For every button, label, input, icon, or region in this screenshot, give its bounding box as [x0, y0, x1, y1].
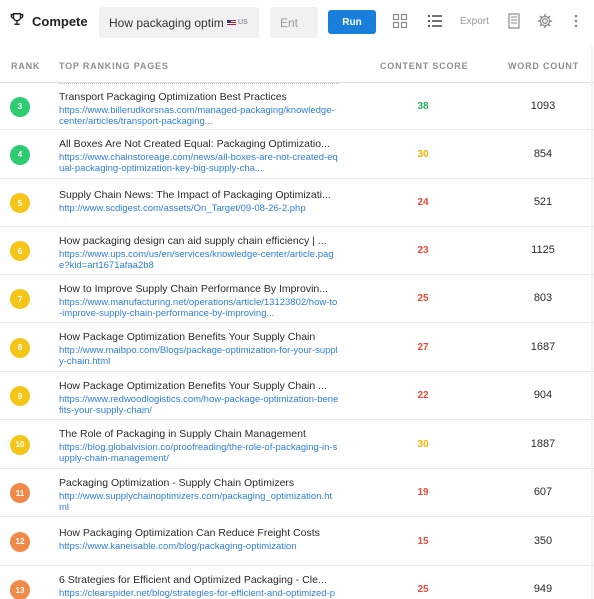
word-count: 607 [533, 486, 553, 498]
rank-badge: 7 [10, 289, 30, 309]
content-score: 25 [417, 293, 429, 304]
word-count: 949 [533, 583, 553, 595]
rank-badge: 12 [10, 531, 30, 552]
rank-badge: 4 [10, 144, 30, 165]
page-url-link[interactable]: https://clearspider.net/blog/strategies-… [59, 588, 339, 599]
page-url-link[interactable]: https://www.manufacturing.net/operations… [59, 297, 339, 319]
rank-badge: 8 [10, 337, 30, 358]
rank-badge: 11 [10, 483, 30, 503]
brand: Compete [10, 12, 88, 31]
rank-badge: 10 [10, 434, 30, 455]
content-score: 30 [417, 438, 429, 450]
more-vertical-icon[interactable] [567, 12, 585, 30]
rank-badge: 5 [10, 193, 30, 213]
page-title: How Packaging Optimization Can Reduce Fr… [59, 527, 320, 539]
word-count: 1687 [530, 340, 556, 353]
page-url-link[interactable]: http://www.maibpo.com/Blogs/package-opti… [59, 345, 339, 367]
page-title: How Package Optimization Benefits Your S… [59, 380, 327, 392]
page-title: 6 Strategies for Efficient and Optimized… [59, 574, 327, 586]
word-count: 803 [533, 292, 553, 304]
content-score: 22 [417, 390, 429, 401]
content-score: 15 [417, 535, 429, 547]
entity-field[interactable] [270, 7, 318, 38]
page-url-link[interactable]: https://blog.globalvision.co/proofreadin… [59, 442, 339, 464]
page-title: Supply Chain News: The Impact of Packagi… [59, 189, 331, 201]
word-count: 904 [533, 389, 553, 401]
page-title: All Boxes Are Not Created Equal: Packagi… [59, 138, 330, 150]
keyword-search-field[interactable]: US [99, 7, 259, 38]
page-url-link[interactable]: http://www.supplychainoptimizers.com/pac… [59, 491, 339, 513]
document-icon[interactable] [505, 12, 523, 30]
page-url-link[interactable]: http://www.scdigest.com/assets/On_Target… [59, 203, 339, 214]
table-row[interactable]: 7 How to Improve Supply Chain Performance… [0, 275, 594, 323]
toolbar: Compete US Run Export [0, 0, 594, 46]
page-url-link[interactable]: https://www.ups.com/us/en/services/knowl… [59, 249, 339, 271]
word-count: 350 [533, 534, 553, 547]
word-count-column-header[interactable]: WORD COUNT [508, 61, 579, 71]
page-title: How Package Optimization Benefits Your S… [59, 331, 316, 343]
table-row[interactable]: 4 All Boxes Are Not Created Equal: Packag… [0, 130, 594, 179]
page-title: Transport Packaging Optimization Best Pr… [59, 91, 287, 103]
trophy-icon [10, 12, 24, 31]
page-url-link[interactable]: https://www.chainstoreage.com/news/all-b… [59, 152, 339, 174]
table-row[interactable]: 13 6 Strategies for Efficient and Optimiz… [0, 566, 594, 599]
rank-badge: 13 [10, 580, 30, 599]
table-row[interactable]: 3 Transport Packaging Optimization Best P… [0, 83, 594, 130]
us-flag-icon [227, 19, 236, 26]
gear-icon[interactable] [536, 12, 554, 30]
rank-badge: 9 [10, 386, 30, 406]
app-title: Compete [32, 14, 88, 29]
page-title: Packaging Optimization - Supply Chain Op… [59, 477, 295, 489]
table-row[interactable]: 5 Supply Chain News: The Impact of Packag… [0, 179, 594, 227]
score-column-header[interactable]: CONTENT SCORE [380, 61, 468, 71]
rank-badge: 3 [10, 96, 30, 117]
scrollbar[interactable] [591, 46, 593, 599]
word-count: 521 [533, 196, 553, 208]
entity-input[interactable] [280, 15, 314, 30]
page-title: How packaging design can aid supply chai… [59, 235, 327, 247]
content-score: 27 [417, 341, 429, 353]
page-title: How to Improve Supply Chain Performance … [59, 283, 329, 295]
rank-column-header[interactable]: RANK [11, 61, 40, 71]
country-selector[interactable]: US [227, 19, 248, 26]
content-score: 19 [417, 487, 429, 498]
rank-badge: 6 [10, 241, 30, 261]
content-score: 24 [417, 197, 429, 208]
table-row[interactable]: 8 How Package Optimization Benefits Your … [0, 323, 594, 372]
table-row[interactable]: 9 How Package Optimization Benefits Your … [0, 372, 594, 420]
pages-column-header[interactable]: TOP RANKING PAGES [59, 61, 169, 71]
table-row[interactable]: 11 Packaging Optimization - Supply Chain … [0, 469, 594, 517]
table-row[interactable]: 6 How packaging design can aid supply cha… [0, 227, 594, 275]
content-score: 30 [417, 148, 429, 160]
content-score: 23 [417, 245, 429, 256]
export-button[interactable]: Export [460, 16, 489, 27]
grid-icon[interactable] [391, 12, 409, 30]
page-url-link[interactable]: https://www.kaneisable.com/blog/packagin… [59, 541, 339, 552]
content-score: 25 [417, 584, 429, 595]
results-table: 3 Transport Packaging Optimization Best P… [0, 83, 594, 599]
word-count: 1125 [531, 244, 555, 256]
page-url-link[interactable]: https://www.redwoodlogistics.com/how-pac… [59, 394, 339, 416]
list-icon[interactable] [426, 12, 444, 30]
page-url-link[interactable]: https://www.billerudkorsnas.com/managed-… [59, 105, 339, 127]
table-row[interactable]: 12 How Packaging Optimization Can Reduce … [0, 517, 594, 566]
word-count: 1887 [530, 437, 556, 450]
keyword-input[interactable] [109, 15, 223, 30]
word-count: 1093 [530, 99, 556, 112]
word-count: 854 [533, 147, 553, 160]
content-score: 38 [417, 100, 429, 112]
page-title: The Role of Packaging in Supply Chain Ma… [59, 428, 306, 440]
run-button[interactable]: Run [328, 10, 376, 34]
country-label: US [238, 19, 248, 26]
table-row[interactable]: 10 The Role of Packaging in Supply Chain … [0, 420, 594, 469]
